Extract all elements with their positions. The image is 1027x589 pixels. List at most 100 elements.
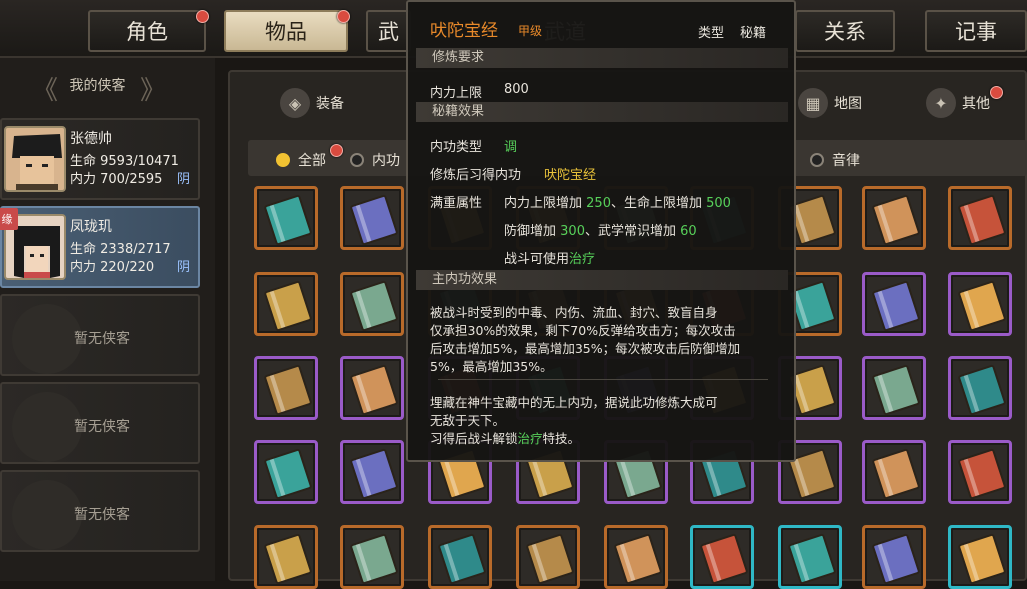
tab-journal[interactable]: 记事	[925, 10, 1027, 52]
inventory-slot[interactable]	[254, 272, 318, 336]
book-icon	[349, 533, 399, 585]
book-icon	[263, 533, 313, 585]
book-icon	[699, 533, 749, 585]
category-label: 其他	[962, 96, 990, 112]
book-icon	[263, 280, 313, 332]
category-other[interactable]: ✦ 其他	[926, 88, 990, 118]
tab-relations[interactable]: 关系	[795, 10, 895, 52]
fate-badge: 缘	[0, 208, 18, 230]
book-icon	[957, 194, 1007, 246]
category-map[interactable]: ▦ 地图	[798, 88, 862, 118]
battle-skill-line: 战斗可使用治疗	[504, 252, 596, 267]
next-arrow-icon[interactable]: 》	[140, 70, 166, 107]
book-icon	[957, 364, 1007, 416]
inventory-slot[interactable]	[254, 440, 318, 504]
book-icon	[957, 448, 1007, 500]
hero-hp: 生命 2338/2717	[70, 242, 171, 257]
inventory-slot[interactable]	[254, 186, 318, 250]
armor-icon: ◈	[280, 88, 310, 118]
notification-dot	[337, 10, 350, 23]
inventory-slot[interactable]	[778, 525, 842, 589]
req-label: 内力上限	[430, 86, 483, 101]
inventory-slot[interactable]	[340, 272, 404, 336]
neigong-type-label: 内功类型	[430, 140, 483, 155]
hero-name: 张德帅	[70, 131, 112, 147]
category-equipment[interactable]: ◈ 装备	[280, 88, 344, 118]
inventory-slot[interactable]	[948, 356, 1012, 420]
hero-sidebar: 《 我的侠客 》 张德帅 生命 9593/10471 内力 700/2595 阴…	[0, 58, 215, 581]
category-label: 地图	[834, 96, 862, 112]
inventory-slot[interactable]	[862, 525, 926, 589]
radio-icon	[810, 153, 824, 167]
book-icon	[349, 194, 399, 246]
book-icon	[957, 533, 1007, 585]
inventory-slot[interactable]	[862, 440, 926, 504]
book-icon	[871, 280, 921, 332]
empty-label: 暂无侠客	[74, 507, 130, 523]
inventory-slot[interactable]	[340, 525, 404, 589]
inventory-slot[interactable]	[516, 525, 580, 589]
notification-dot	[330, 144, 343, 157]
inventory-slot[interactable]	[948, 186, 1012, 250]
section-main-effect: 主内功效果	[416, 270, 788, 290]
book-icon	[525, 533, 575, 585]
inventory-slot[interactable]	[948, 440, 1012, 504]
book-icon	[349, 364, 399, 416]
type-value: 秘籍	[740, 26, 767, 41]
filter-label: 全部	[298, 153, 326, 169]
book-icon	[957, 280, 1007, 332]
inventory-slot[interactable]	[340, 440, 404, 504]
item-tooltip: 吠陀宝经 甲级 类型 秘籍 修炼要求 内力上限 800 秘籍效果 内功类型 调 …	[406, 0, 796, 462]
divider	[438, 379, 768, 380]
main-effect-line: 5%，最高增加35%。	[430, 359, 553, 374]
hero-mp: 内力 700/2595	[70, 172, 163, 187]
section-effects: 秘籍效果	[416, 102, 788, 122]
item-title: 吠陀宝经	[430, 21, 498, 41]
empty-slot[interactable]: 暂无侠客	[0, 470, 200, 552]
book-icon	[263, 364, 313, 416]
notification-dot	[990, 86, 1003, 99]
radio-icon	[350, 153, 364, 167]
neigong-type-value: 调	[504, 140, 518, 155]
filter-all[interactable]: 全部	[276, 150, 326, 170]
book-icon	[263, 194, 313, 246]
book-icon	[871, 448, 921, 500]
inventory-slot[interactable]	[948, 272, 1012, 336]
learn-label: 修炼后习得内功	[430, 168, 522, 183]
req-value: 800	[504, 82, 529, 97]
empty-slot[interactable]: 暂无侠客	[0, 294, 200, 376]
book-icon	[349, 280, 399, 332]
filter-neigong[interactable]: 内功	[350, 150, 400, 170]
tab-items[interactable]: 物品	[224, 10, 348, 52]
section-requirements: 修炼要求	[416, 48, 788, 68]
inventory-slot[interactable]	[340, 186, 404, 250]
book-icon	[437, 533, 487, 585]
inventory-slot[interactable]	[862, 356, 926, 420]
main-effect-line: 仅承担30%的效果，剩下70%反弹给攻击方；每次攻击	[430, 323, 736, 338]
inventory-slot[interactable]	[428, 525, 492, 589]
book-icon	[349, 448, 399, 500]
other-icon: ✦	[926, 88, 956, 118]
inventory-slot[interactable]	[948, 525, 1012, 589]
inventory-slot[interactable]	[690, 525, 754, 589]
inventory-slot[interactable]	[254, 525, 318, 589]
description-line: 习得后战斗解锁治疗特技。	[430, 431, 581, 446]
inventory-slot[interactable]	[340, 356, 404, 420]
inventory-slot[interactable]	[254, 356, 318, 420]
book-icon	[263, 448, 313, 500]
item-grade: 甲级	[518, 24, 543, 38]
filter-music[interactable]: 音律	[810, 150, 860, 170]
type-label: 类型	[698, 26, 725, 41]
tab-martial[interactable]: 武	[366, 10, 411, 52]
inventory-slot[interactable]	[862, 186, 926, 250]
full-attr-line-2: 防御增加 300、武学常识增加 60	[504, 224, 697, 239]
empty-slot[interactable]: 暂无侠客	[0, 382, 200, 464]
hero-card[interactable]: 张德帅 生命 9593/10471 内力 700/2595 阴	[0, 118, 200, 200]
hero-card-selected[interactable]: 缘 凤珑玑 生命 2338/2717 内力 220/220 阴	[0, 206, 200, 288]
main-effect-line: 后攻击增加5%，最高增加35%；每次被攻击后防御增加	[430, 341, 741, 356]
inventory-slot[interactable]	[862, 272, 926, 336]
radio-checked-icon	[276, 153, 290, 167]
tab-character[interactable]: 角色	[88, 10, 206, 52]
inventory-slot[interactable]	[604, 525, 668, 589]
hero-hp: 生命 9593/10471	[70, 154, 179, 169]
